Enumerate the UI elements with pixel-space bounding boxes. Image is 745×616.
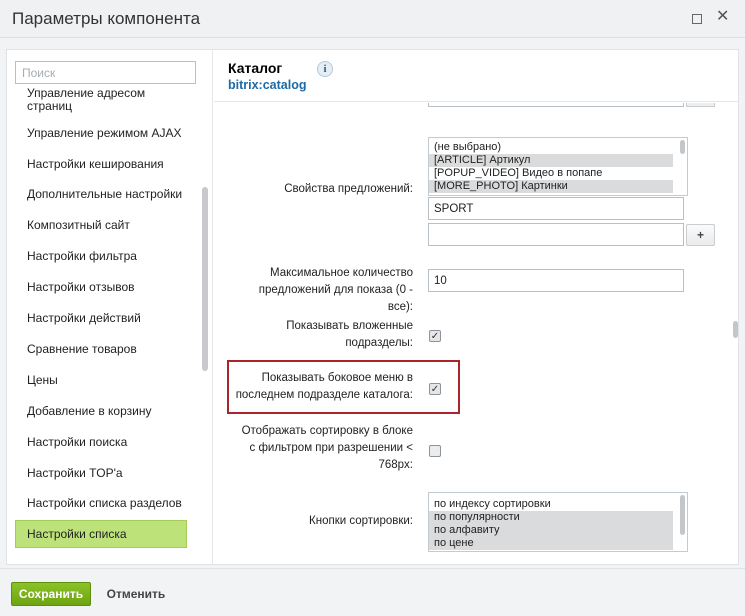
add-value-button[interactable]: + (686, 224, 715, 246)
show-subsections-checkbox[interactable]: ✓ (429, 330, 441, 342)
close-icon[interactable]: ✕ (716, 9, 729, 25)
show-sort-filter-checkbox[interactable] (429, 445, 441, 457)
sidebar: Управление адресом страниц Управление ре… (7, 50, 213, 564)
offer-option[interactable]: [MORE_PHOTO] Картинки (429, 180, 673, 193)
cutoff-button[interactable] (686, 103, 715, 107)
listbox-scrollbar[interactable] (680, 495, 685, 535)
sort-buttons-select[interactable]: по индексу сортировки по популярности по… (428, 492, 688, 552)
sidebar-item-filter[interactable]: Настройки фильтра (15, 249, 187, 263)
show-side-menu-label: Показывать боковое меню в последнем подр… (235, 372, 413, 401)
cancel-button[interactable]: Отменить (98, 582, 174, 606)
sort-option[interactable]: по алфавиту (429, 524, 673, 537)
sort-option[interactable]: по индексу сортировки (429, 498, 673, 511)
sidebar-item-prices[interactable]: Цены (15, 373, 187, 387)
sidebar-item-url-management[interactable]: Управление адресом страниц (15, 87, 187, 113)
sort-buttons-label: Кнопки сортировки: (309, 515, 413, 527)
search-input[interactable] (15, 61, 196, 84)
sidebar-item-compare[interactable]: Сравнение товаров (15, 342, 187, 356)
sidebar-scrollbar[interactable] (202, 187, 208, 371)
sidebar-item-sections-list[interactable]: Настройки списка разделов (15, 496, 187, 510)
sidebar-item-reviews[interactable]: Настройки отзывов (15, 280, 187, 294)
window-title: Параметры компонента (12, 9, 201, 28)
offer-option[interactable]: [ARTICLE] Артикул (429, 154, 673, 167)
offer-extra-input-1[interactable] (428, 197, 684, 220)
component-title: Каталог (228, 60, 283, 76)
maximize-icon[interactable] (692, 14, 702, 24)
component-header: Каталог bitrix:catalog i (214, 50, 738, 102)
max-offers-input[interactable] (428, 269, 684, 292)
info-icon[interactable]: i (317, 61, 333, 77)
form-area: Свойства предложений: (не выбрано) [ARTI… (214, 103, 738, 564)
offer-option[interactable]: [POPUP_VIDEO] Видео в попапе (429, 167, 673, 180)
listbox-scrollbar[interactable] (680, 140, 685, 154)
sidebar-item-additional[interactable]: Дополнительные настройки (15, 187, 187, 201)
offer-option[interactable]: (не выбрано) (429, 141, 673, 154)
dialog-content: Управление адресом страниц Управление ре… (6, 49, 739, 565)
sidebar-item-top[interactable]: Настройки TOP'а (15, 466, 187, 480)
show-side-menu-checkbox[interactable]: ✓ (429, 383, 441, 395)
dialog-footer: Сохранить Отменить (0, 568, 745, 616)
show-sort-filter-label: Отображать сортировку в блоке с фильтром… (241, 425, 413, 471)
max-offers-label: Максимальное количество предложений для … (258, 267, 413, 313)
show-subsections-label: Показывать вложенные подразделы: (286, 320, 413, 349)
offer-properties-label: Свойства предложений: (284, 183, 413, 195)
cutoff-input[interactable] (428, 103, 684, 107)
save-button[interactable]: Сохранить (11, 582, 91, 606)
sort-option[interactable]: по цене (429, 537, 673, 550)
sidebar-item-ajax[interactable]: Управление режимом AJAX (15, 126, 187, 140)
sidebar-item-basket[interactable]: Добавление в корзину (15, 404, 187, 418)
main-panel: Каталог bitrix:catalog i Свойства предло… (214, 50, 738, 564)
offer-extra-input-2[interactable] (428, 223, 684, 246)
sort-option[interactable]: по популярности (429, 511, 673, 524)
sidebar-item-composite[interactable]: Композитный сайт (15, 218, 187, 232)
sidebar-item-cache[interactable]: Настройки кеширования (15, 157, 187, 171)
window-titlebar: Параметры компонента ✕ (0, 0, 745, 38)
sidebar-item-search[interactable]: Настройки поиска (15, 435, 187, 449)
sidebar-item-actions[interactable]: Настройки действий (15, 311, 187, 325)
main-scrollbar[interactable] (733, 321, 738, 338)
sidebar-item-list-settings[interactable]: Настройки списка (15, 520, 187, 548)
component-code: bitrix:catalog (228, 78, 307, 92)
offer-properties-select[interactable]: (не выбрано) [ARTICLE] Артикул [POPUP_VI… (428, 137, 688, 196)
